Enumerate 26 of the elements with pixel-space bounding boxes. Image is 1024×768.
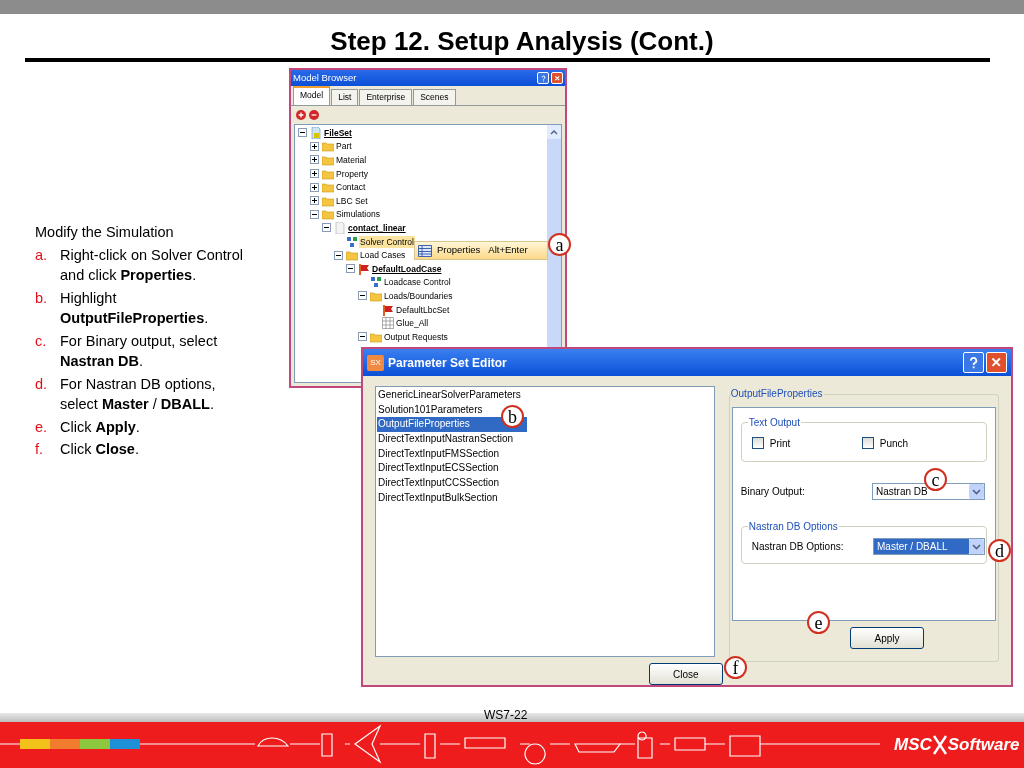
step-text: Click Close.: [60, 440, 139, 459]
checkbox-label: Print: [769, 436, 791, 451]
step-text: Right-click on Solver Control and click Properties.: [60, 245, 244, 285]
step-marker: f.: [35, 440, 45, 459]
group-title: OutputFileProperties: [730, 386, 825, 401]
app-badge: SX: [367, 354, 384, 371]
checkbox-label: Punch: [879, 436, 909, 451]
company-logo: MSC Software: [894, 734, 1020, 757]
page-number: WS7-22: [484, 708, 528, 722]
group-title: Text Output: [747, 415, 801, 430]
step-marker: b.: [35, 288, 49, 308]
step-marker: c.: [35, 331, 48, 351]
step-text: Click Apply.: [60, 417, 140, 437]
group-title: Nastran DB Options: [747, 519, 839, 534]
step-text: For Binary output, select Nastran DB.: [60, 331, 219, 371]
step-marker: a.: [35, 245, 49, 265]
step-text: Highlight OutputFileProperties.: [60, 288, 210, 328]
window-title: Parameter Set Editor: [388, 354, 507, 372]
field-label: Nastran DB Options:: [751, 539, 844, 554]
slide-title: Step 12. Setup Analysis (Cont.): [329, 26, 714, 56]
window-title: Model Browser: [293, 70, 357, 85]
step-marker: d.: [35, 374, 49, 394]
instruction-heading: Modify the Simulation: [35, 223, 175, 242]
step-marker: e.: [35, 417, 49, 437]
step-text: For Nastran DB options, select Master / DBALL.: [60, 374, 217, 414]
field-label: Binary Output:: [740, 485, 805, 499]
